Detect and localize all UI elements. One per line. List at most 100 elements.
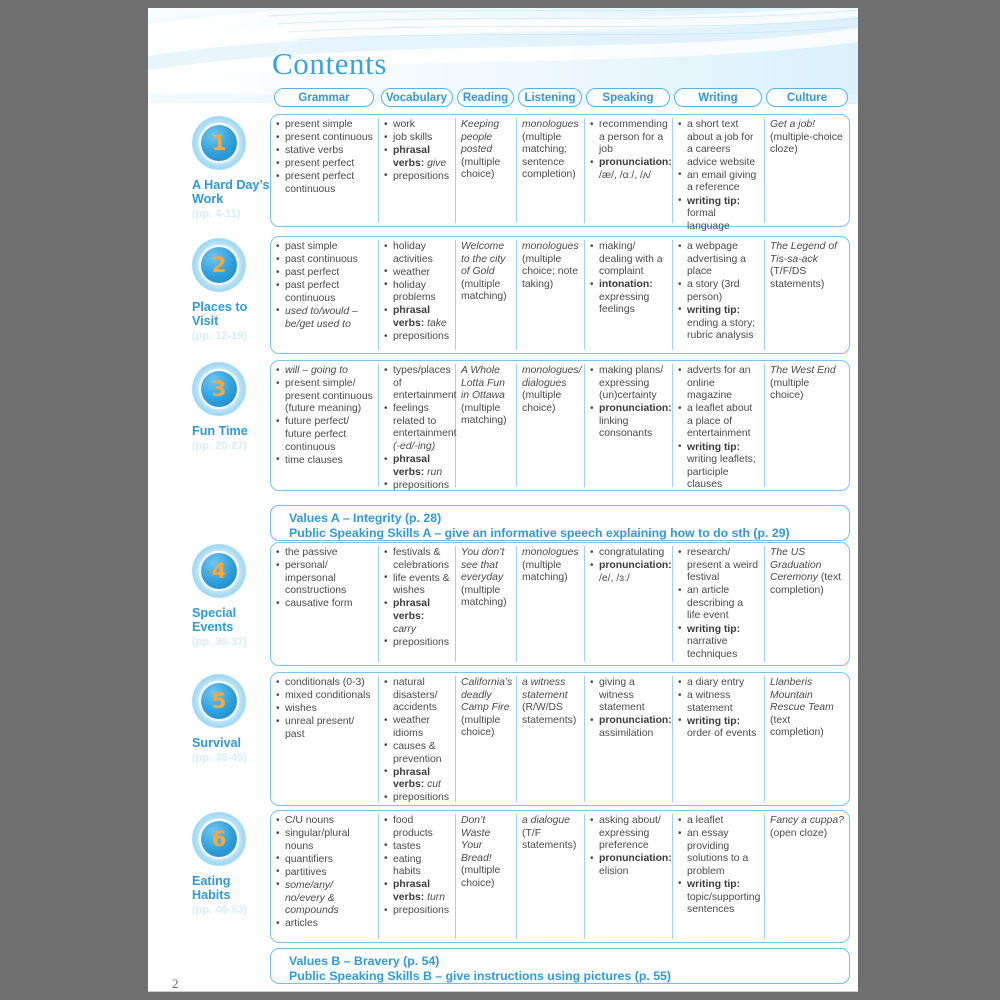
list-item: future perfect/ future perfect continuou… — [276, 416, 373, 454]
badge-disc: 3 — [201, 371, 237, 407]
list-item: a leaflet — [678, 815, 759, 828]
list-item: past simple — [276, 241, 373, 254]
list-item: the passive — [276, 547, 373, 560]
culture-text: Fancy a cuppa? (open cloze) — [770, 815, 844, 839]
cell-vocabulary: natural disasters/ accidentsweather idio… — [378, 677, 455, 805]
cell-speaking: giving a witness statementpronunciation:… — [584, 677, 672, 741]
cell-grammar: will – going topresent simple/ present c… — [270, 365, 378, 468]
list-item: past perfect continuous — [276, 280, 373, 305]
list-item: time clauses — [276, 454, 373, 468]
cell-writing: a leafletan essay providing solutions to… — [672, 815, 764, 917]
values-banner[interactable]: Values B – Bravery (p. 54) Public Speakin… — [270, 948, 850, 984]
unit-title: Fun Time — [192, 424, 248, 438]
unit-row: 4 Special Events (pp. 30-37) the passiveper… — [192, 542, 850, 666]
column-header-reading[interactable]: Reading — [457, 88, 514, 107]
public-speaking-line: Public Speaking Skills B – give instruct… — [289, 969, 671, 983]
cell-reading: You don’t see that everyday (multiple ma… — [455, 547, 516, 610]
list-item: pronunciation: linking consonants — [590, 403, 672, 441]
cell-speaking: making plans/ expressing (un)certaintypr… — [584, 365, 672, 442]
unit-number-badge: 5 — [192, 674, 246, 728]
list-item: a witness statement — [678, 690, 759, 715]
unit-row: 5 Survival (pp. 38-45) conditionals (0-3)mi… — [192, 672, 850, 806]
unit-pages: (pp. 30-37) — [192, 636, 248, 648]
list-item: C/U nouns — [276, 815, 373, 828]
list-item: life events & wishes — [384, 572, 450, 598]
list-item: stative verbs — [276, 145, 373, 158]
list-item: phrasal verbs: turn — [384, 879, 450, 904]
unit-number: 4 — [211, 558, 227, 583]
list-item: prepositions — [384, 792, 450, 805]
unit-1-header: 1 A Hard Day’s Work (pp. 4-11) — [178, 114, 270, 220]
list-item: an essay providing solutions to a proble… — [678, 828, 759, 878]
list-item: unreal present/ past — [276, 716, 373, 741]
list-item: writing tip: narrative techniques — [678, 623, 759, 662]
unit-number-badge: 4 — [192, 544, 246, 598]
column-header-vocabulary[interactable]: Vocabulary — [380, 88, 453, 107]
unit-title: Eating Habits — [192, 874, 231, 902]
badge-disc: 4 — [201, 553, 237, 589]
list-item: present perfect continuous — [276, 171, 373, 196]
list-item: writing tip: ending a story; rubric anal… — [678, 304, 759, 343]
column-header-writing[interactable]: Writing — [674, 88, 762, 107]
list-item: causes & prevention — [384, 740, 450, 766]
column-header-listening[interactable]: Listening — [518, 88, 582, 107]
badge-disc: 2 — [201, 247, 237, 283]
list-item: singular/plural nouns — [276, 828, 373, 853]
column-header-speaking[interactable]: Speaking — [586, 88, 670, 107]
cell-writing: research/ present a weird festivalan art… — [672, 547, 764, 662]
cell-listening: monologues (multiple matching) — [516, 547, 584, 585]
list-item: past continuous — [276, 254, 373, 267]
values-line: Values A – Integrity (p. 28) — [289, 511, 442, 525]
list-item: an email giving a reference — [678, 169, 759, 195]
list-item: pronunciation: /e/, /ɜː/ — [590, 560, 672, 585]
badge-disc: 1 — [201, 125, 237, 161]
list-item: conditionals (0-3) — [276, 677, 373, 690]
unit-3-header: 3 Fun Time (pp. 20-27) — [178, 360, 270, 452]
list-item: intonation: expressing feelings — [590, 279, 667, 317]
unit-row: 2Places to Visit(pp. 12-19)past simplepa… — [192, 236, 850, 354]
list-item: feelings related to entertainment (-ed/-… — [384, 403, 457, 453]
cell-listening: a witness statement (R/W/DS statements) — [516, 677, 584, 727]
unit-pages: (pp. 46-53) — [192, 904, 248, 916]
unit-number-badge: 3 — [192, 362, 246, 416]
values-banner[interactable]: Values A – Integrity (p. 28) Public Speak… — [270, 505, 850, 541]
list-item: prepositions — [384, 905, 450, 918]
listening-text: monologues (multiple matching) — [522, 547, 579, 584]
list-item: natural disasters/ accidents — [384, 677, 450, 715]
list-item: will – going to — [276, 365, 373, 378]
reading-text: Welcome to the city of Gold (multiple ma… — [461, 241, 507, 303]
list-item: pronunciation: assimilation — [590, 715, 672, 740]
unit-pages: (pp. 20-27) — [192, 440, 248, 452]
list-item: a story (3rd person) — [678, 279, 759, 304]
listening-text: monologues/ dialogues (multiple choice) — [522, 365, 582, 414]
list-item: research/ present a weird festival — [678, 547, 759, 585]
list-item: an article describing a life event — [678, 585, 759, 623]
list-item: phrasal verbs: give — [384, 145, 450, 170]
unit-2-header: 2 Places to Visit (pp. 12-19) — [178, 236, 270, 342]
cell-reading: Keeping people posted (multiple choice) — [455, 119, 516, 182]
list-item: pronunciation: elision — [590, 853, 672, 878]
list-item: phrasal verbs: cut — [384, 766, 450, 792]
cell-vocabulary: food productstasteseating habitsphrasal … — [378, 814, 455, 918]
cell-listening: monologues (multiple matching; sentence … — [516, 119, 584, 182]
column-header-grammar[interactable]: Grammar — [274, 88, 374, 107]
list-item: making/ dealing with a complaint — [590, 241, 667, 279]
list-item: prepositions — [384, 479, 450, 493]
culture-text: The US Graduation Ceremony (text complet… — [770, 547, 842, 596]
list-item: present simple/ present continuous (futu… — [276, 378, 373, 416]
list-item: food products — [384, 814, 450, 840]
list-item: pronunciation: /æ/, /ɑː/, /ʌ/ — [590, 157, 672, 182]
cell-vocabulary: holiday activitiesweatherholiday problem… — [378, 240, 455, 344]
list-item: phrasal verbs: run — [384, 454, 450, 479]
list-item: prepositions — [384, 331, 450, 344]
cell-grammar: conditionals (0-3)mixed conditionalswish… — [270, 677, 378, 742]
column-header-culture[interactable]: Culture — [766, 88, 848, 107]
list-item: a leaflet about a place of entertainment — [678, 403, 759, 441]
reading-text: Don’t Waste Your Bread! (multiple choice… — [461, 815, 501, 889]
cell-listening: a dialogue (T/F statements) — [516, 815, 584, 853]
cell-reading: Don’t Waste Your Bread! (multiple choice… — [455, 815, 516, 891]
list-item: recommending a person for a job — [590, 119, 668, 157]
unit-row: 1 A Hard Day’s Work (pp. 4-11) present simp… — [192, 114, 850, 232]
cell-vocabulary: workjob skillsphrasal verbs: givepreposi… — [378, 119, 455, 184]
cell-speaking: congratulatingpronunciation: /e/, /ɜː/ — [584, 547, 672, 586]
